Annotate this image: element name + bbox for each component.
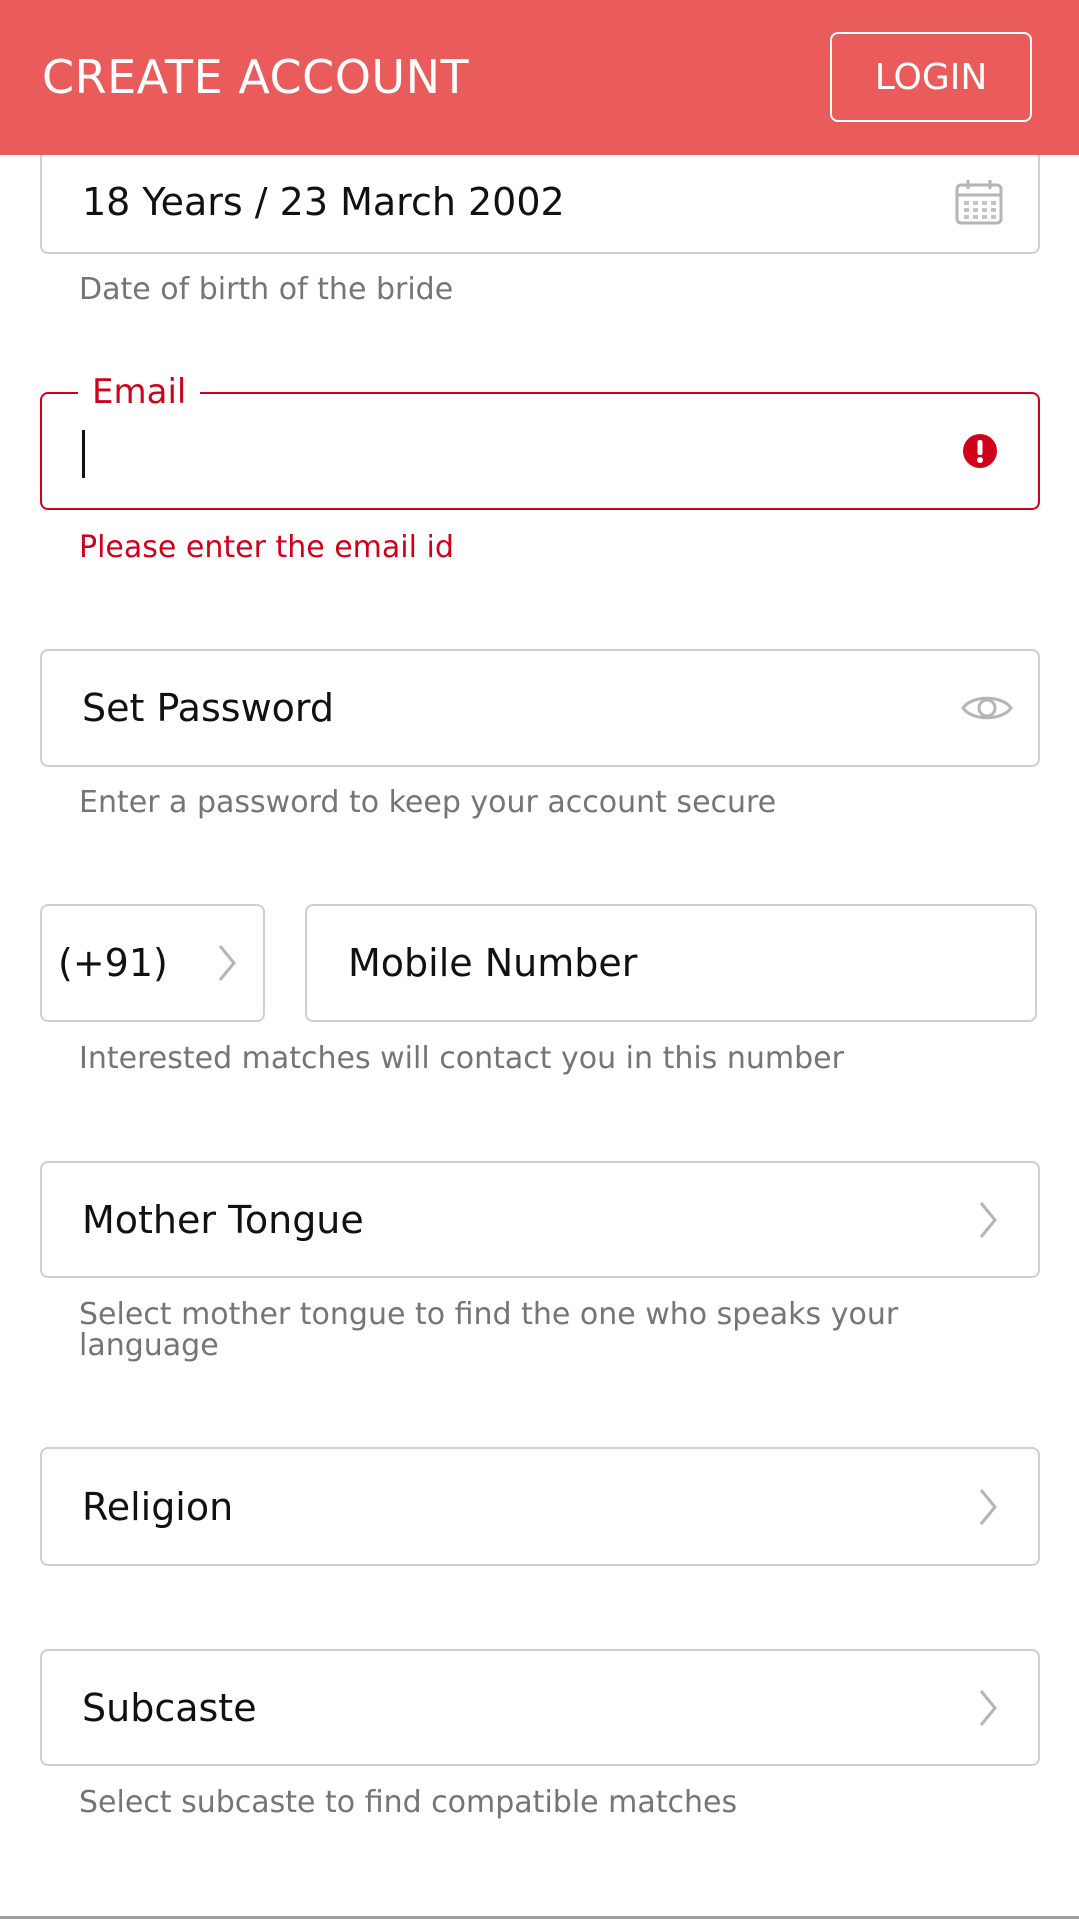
mobile-number-placeholder: Mobile Number xyxy=(348,941,638,985)
login-button[interactable]: LOGIN xyxy=(830,32,1032,122)
page-title: CREATE ACCOUNT xyxy=(42,50,470,104)
mother-tongue-helper: Select mother tongue to find the one who… xyxy=(79,1297,899,1363)
email-label: Email xyxy=(78,370,201,414)
chevron-right-icon xyxy=(978,1688,998,1728)
email-error-message: Please enter the email id xyxy=(79,530,454,565)
password-helper: Enter a password to keep your account se… xyxy=(79,785,777,820)
password-placeholder: Set Password xyxy=(82,686,334,730)
religion-selector[interactable]: Religion xyxy=(40,1447,1040,1566)
dob-helper: Date of birth of the bride xyxy=(79,272,454,307)
mobile-number-field[interactable]: Mobile Number xyxy=(305,904,1037,1022)
error-icon xyxy=(962,433,998,469)
text-cursor xyxy=(82,430,85,478)
subcaste-placeholder: Subcaste xyxy=(82,1685,257,1730)
chevron-right-icon xyxy=(978,1487,998,1527)
chevron-right-icon xyxy=(217,943,237,983)
chevron-right-icon xyxy=(978,1200,998,1240)
religion-placeholder: Religion xyxy=(82,1484,234,1529)
calendar-icon[interactable] xyxy=(954,177,1004,227)
mother-tongue-selector[interactable]: Mother Tongue xyxy=(40,1161,1040,1278)
app-header: CREATE ACCOUNT LOGIN xyxy=(0,0,1079,155)
password-field[interactable]: Set Password xyxy=(40,649,1040,767)
country-code-selector[interactable]: (+91) xyxy=(40,904,265,1022)
dob-value: 18 Years / 23 March 2002 xyxy=(82,180,565,224)
country-code-value: (+91) xyxy=(58,941,168,985)
subcaste-helper: Select subcaste to find compatible match… xyxy=(79,1785,738,1820)
subcaste-selector[interactable]: Subcaste xyxy=(40,1649,1040,1766)
eye-icon[interactable] xyxy=(960,690,1014,726)
mother-tongue-placeholder: Mother Tongue xyxy=(82,1197,364,1242)
mobile-helper: Interested matches will contact you in t… xyxy=(79,1041,844,1076)
